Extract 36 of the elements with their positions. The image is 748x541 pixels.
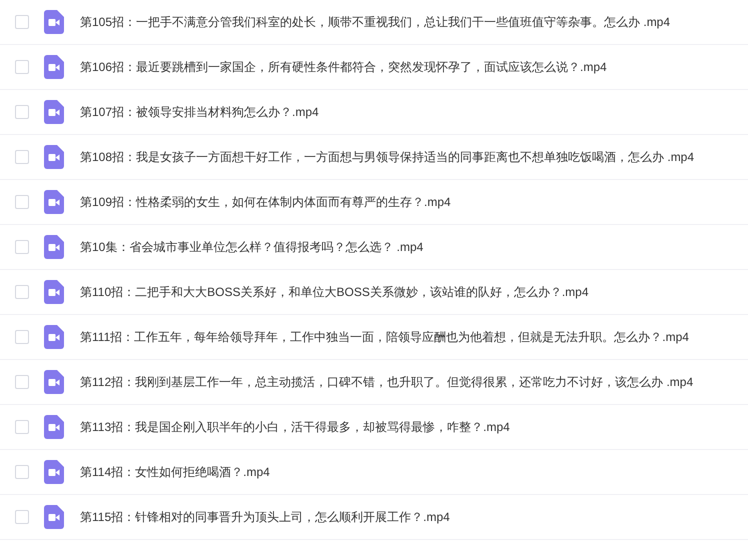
video-file-icon xyxy=(44,460,64,484)
checkbox[interactable] xyxy=(15,15,29,29)
checkbox[interactable] xyxy=(15,105,29,119)
video-file-icon xyxy=(44,100,64,124)
file-name[interactable]: 第115招：针锋相对的同事晋升为顶头上司，怎么顺利开展工作？.mp4 xyxy=(80,508,450,526)
file-name[interactable]: 第10集：省会城市事业单位怎么样？值得报考吗？怎么选？ .mp4 xyxy=(80,238,424,256)
checkbox[interactable] xyxy=(15,195,29,209)
file-name[interactable]: 第107招：被领导安排当材料狗怎么办？.mp4 xyxy=(80,103,319,121)
file-name[interactable]: 第108招：我是女孩子一方面想干好工作，一方面想与男领导保持适当的同事距离也不想单独吃饭喝酒，怎么办 .mp4 xyxy=(80,148,694,166)
video-file-icon xyxy=(44,10,64,34)
file-name[interactable]: 第113招：我是国企刚入职半年的小白，活干得最多，却被骂得最惨，咋整？.mp4 xyxy=(80,418,510,436)
video-file-icon xyxy=(44,370,64,394)
checkbox[interactable] xyxy=(15,150,29,164)
file-name[interactable]: 第106招：最近要跳槽到一家国企，所有硬性条件都符合，突然发现怀孕了，面试应该怎么说？.mp4 xyxy=(80,58,607,76)
checkbox[interactable] xyxy=(15,330,29,344)
checkbox[interactable] xyxy=(15,510,29,524)
checkbox[interactable] xyxy=(15,285,29,299)
video-file-icon xyxy=(44,190,64,214)
file-name[interactable]: 第110招：二把手和大大BOSS关系好，和单位大BOSS关系微妙，该站谁的队好，怎么办？.mp4 xyxy=(80,283,588,301)
checkbox[interactable] xyxy=(15,60,29,74)
file-name[interactable]: 第109招：性格柔弱的女生，如何在体制内体面而有尊严的生存？.mp4 xyxy=(80,193,451,211)
video-file-icon xyxy=(44,280,64,304)
video-file-icon xyxy=(44,235,64,259)
file-name[interactable]: 第114招：女性如何拒绝喝酒？.mp4 xyxy=(80,463,270,481)
checkbox[interactable] xyxy=(15,375,29,389)
checkbox[interactable] xyxy=(15,420,29,434)
file-name[interactable]: 第111招：工作五年，每年给领导拜年，工作中独当一面，陪领导应酬也为他着想，但就是无法升职。怎么办？.mp4 xyxy=(80,328,689,346)
file-name[interactable]: 第112招：我刚到基层工作一年，总主动揽活，口碑不错，也升职了。但觉得很累，还常吃力不讨好，该怎么办 .mp4 xyxy=(80,373,694,391)
video-file-icon xyxy=(44,505,64,529)
video-file-icon xyxy=(44,145,64,169)
checkbox[interactable] xyxy=(15,240,29,254)
video-file-icon xyxy=(44,55,64,79)
video-file-icon xyxy=(44,325,64,349)
checkbox[interactable] xyxy=(15,465,29,479)
file-name[interactable]: 第105招：一把手不满意分管我们科室的处长，顺带不重视我们，总让我们干一些值班值守等杂事。怎么办 .mp4 xyxy=(80,13,670,31)
video-file-icon xyxy=(44,415,64,439)
